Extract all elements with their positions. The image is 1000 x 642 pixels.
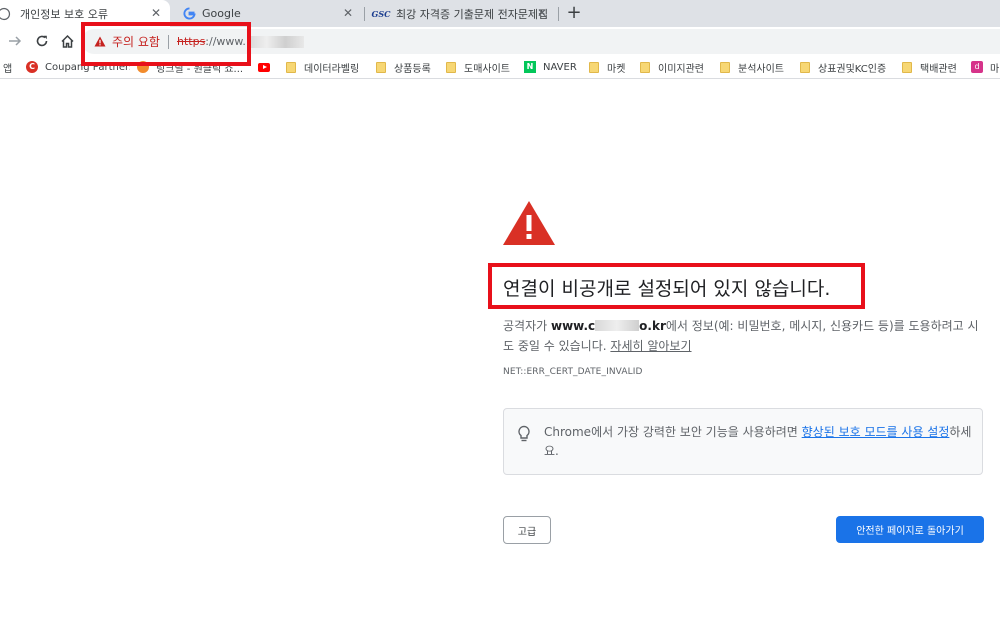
back-to-safety-button[interactable]: 안전한 페이지로 돌아가기: [836, 516, 984, 543]
redacted-domain: [595, 320, 640, 331]
bookmark-folder-data-labeling[interactable]: 데이터라벨링: [285, 55, 359, 79]
lightbulb-icon: [517, 425, 531, 443]
bookmark-label: 이미지관련: [658, 63, 704, 75]
forward-button[interactable]: [5, 31, 25, 51]
tab-privacy-error[interactable]: 개인정보 보호 오류 ✕: [0, 0, 170, 27]
folder-icon: [445, 61, 457, 73]
bookmark-folder-trademark[interactable]: 상표권및KC인증: [799, 55, 886, 79]
enhanced-protection-promo: Chrome에서 가장 강력한 보안 기능을 사용하려면 향상된 보호 모드를 …: [503, 408, 983, 475]
info-circle-icon: [0, 7, 14, 21]
bookmark-folder-market[interactable]: 마켓: [588, 55, 625, 79]
folder-icon: [719, 61, 731, 73]
close-icon[interactable]: ✕: [150, 7, 162, 19]
warning-triangle-icon: [502, 200, 556, 250]
bookmark-folder-product-reg[interactable]: 상품등록: [375, 55, 431, 79]
home-button[interactable]: [57, 31, 77, 51]
bookmarks-bar: 앱 C Coupang Partners 링크딜 - 원클릭 쇼... 데이터라…: [0, 55, 1000, 79]
tab-gsc[interactable]: GSC 최강 자격증 기출문제 전자문제집 ✕: [366, 0, 556, 27]
home-icon: [60, 34, 74, 48]
domain-name: www.c o.kr: [550, 319, 666, 333]
bookmark-folder-image[interactable]: 이미지관련: [639, 55, 704, 79]
bookmark-label: 링크딜 - 원클릭 쇼...: [156, 63, 244, 75]
tab-google[interactable]: Google ✕: [176, 0, 362, 27]
advanced-button[interactable]: 고급: [503, 516, 551, 544]
security-warning-label: 주의 요함: [112, 35, 160, 49]
omnibox-divider: [167, 34, 169, 49]
bookmark-label: 택배관련: [920, 63, 957, 75]
bookmark-coupang-partners[interactable]: C Coupang Partners: [26, 55, 130, 79]
close-icon[interactable]: ✕: [342, 7, 354, 19]
tab-separator: [364, 7, 365, 21]
bookmark-label: Coupang Partners: [45, 61, 130, 73]
bookmark-folder-wholesale[interactable]: 도매사이트: [445, 55, 510, 79]
pink-app-icon: d: [971, 61, 983, 73]
bookmark-label: 앱: [3, 63, 13, 75]
bookmark-label: NAVER: [543, 61, 577, 73]
bookmark-naver[interactable]: N NAVER: [524, 55, 577, 79]
bookmark-label: 마켓: [607, 63, 626, 75]
folder-icon: [799, 61, 811, 73]
bookmark-folder-delivery[interactable]: 택배관련: [901, 55, 957, 79]
error-description: 공격자가 www.c o.kr에서 정보(예: 비밀번호, 메시지, 신용카드 등…: [503, 319, 979, 353]
orange-circle-icon: [137, 61, 149, 73]
error-code: NET::ERR_CERT_DATE_INVALID: [503, 367, 643, 377]
gsc-logo-icon: GSC: [371, 8, 391, 19]
new-tab-button[interactable]: +: [564, 3, 584, 23]
bookmark-label: 상표권및KC인증: [818, 63, 887, 75]
naver-icon: N: [524, 61, 536, 73]
folder-icon: [285, 61, 297, 73]
address-bar-content: 주의 요함 https ://www.: [94, 29, 304, 54]
bookmark-label: 상품등록: [394, 63, 431, 75]
url-host: ://www.: [205, 35, 246, 48]
bookmark-folder-analysis[interactable]: 분석사이트: [719, 55, 784, 79]
page-title: 연결이 비공개로 설정되어 있지 않습니다.: [503, 278, 831, 300]
close-icon[interactable]: ✕: [536, 7, 548, 19]
enhanced-protection-link[interactable]: 향상된 보호 모드를 사용 설정: [802, 425, 950, 439]
bookmark-youtube[interactable]: [258, 55, 277, 79]
tab-title: 최강 자격증 기출문제 전자문제집: [396, 7, 549, 21]
security-warning-chip[interactable]: 주의 요함: [94, 33, 160, 50]
arrow-right-icon: [9, 36, 22, 46]
folder-icon: [901, 61, 913, 73]
bookmark-pink-app[interactable]: d 마: [971, 55, 1000, 79]
learn-more-link[interactable]: 자세히 알아보기: [610, 339, 691, 353]
bookmark-label: 분석사이트: [738, 63, 784, 75]
reload-button[interactable]: [32, 31, 52, 51]
bookmark-label: 데이터라벨링: [304, 63, 360, 75]
address-bar[interactable]: 주의 요함 https ://www.: [82, 29, 1000, 54]
url-scheme: https: [176, 35, 206, 48]
tab-title: 개인정보 보호 오류: [20, 7, 108, 21]
folder-icon: [588, 61, 600, 73]
bookmark-linkdeal[interactable]: 링크딜 - 원클릭 쇼...: [137, 55, 247, 79]
toolbar: 주의 요함 https ://www.: [0, 27, 1000, 55]
reload-icon: [36, 35, 48, 47]
tab-strip: 개인정보 보호 오류 ✕ Google ✕ GSC 최강 자격증 기출문제 전자…: [0, 0, 1000, 27]
youtube-icon: [258, 61, 270, 73]
bookmark-apps[interactable]: 앱: [3, 55, 12, 79]
tab-separator: [558, 7, 559, 21]
bookmark-label: 도매사이트: [464, 63, 510, 75]
bookmark-label: 마: [990, 63, 1000, 75]
promo-text: Chrome에서 가장 강력한 보안 기능을 사용하려면 향상된 보호 모드를 …: [544, 425, 972, 458]
coupang-icon: C: [26, 61, 38, 73]
tab-title: Google: [202, 7, 241, 20]
folder-icon: [375, 61, 387, 73]
redacted-url: [247, 35, 304, 48]
google-g-icon: [182, 7, 196, 21]
folder-icon: [639, 61, 651, 73]
warning-triangle-icon: [94, 36, 106, 47]
